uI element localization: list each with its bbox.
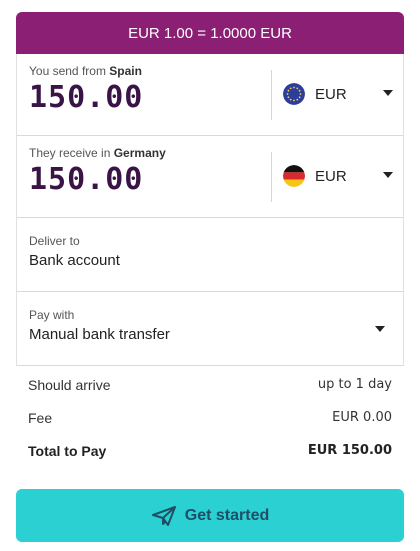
transfer-form: You send from Spain 150.00 EUR They rece… xyxy=(16,54,404,366)
paper-plane-icon xyxy=(151,505,176,526)
total-value: EUR 150.00 xyxy=(307,443,392,458)
send-label-prefix: You send from xyxy=(29,64,106,78)
exchange-rate-text: EUR 1.00 = 1.0000 EUR xyxy=(128,24,292,42)
chevron-down-icon xyxy=(375,326,385,332)
send-country: Spain xyxy=(109,64,142,78)
send-label: You send from Spain xyxy=(29,64,142,78)
get-started-label: Get started xyxy=(184,506,270,524)
fee-row: Fee EUR 0.00 xyxy=(16,401,404,434)
pay-with-label: Pay with xyxy=(29,308,75,322)
receive-currency-code: EUR xyxy=(315,167,347,185)
send-currency-select[interactable]: EUR xyxy=(283,78,393,110)
receive-currency-select[interactable]: EUR xyxy=(283,160,393,192)
arrival-label: Should arrive xyxy=(28,376,111,393)
receive-country: Germany xyxy=(113,146,166,160)
receive-label: They receive in Germany xyxy=(29,146,166,160)
deliver-to-field[interactable]: Deliver to Bank account xyxy=(17,218,403,292)
eu-flag-icon xyxy=(283,83,305,105)
fee-label: Fee xyxy=(28,409,53,426)
chevron-down-icon xyxy=(383,90,393,96)
deliver-to-label: Deliver to xyxy=(29,234,80,248)
send-amount-row: You send from Spain 150.00 EUR xyxy=(17,54,403,136)
chevron-down-icon xyxy=(383,172,393,178)
arrival-value: up to 1 day xyxy=(317,377,392,392)
divider xyxy=(271,70,272,120)
receive-amount-row: They receive in Germany 150.00 EUR xyxy=(17,136,403,218)
pay-with-value: Manual bank transfer xyxy=(29,326,170,343)
divider xyxy=(271,152,272,202)
receive-label-prefix: They receive in xyxy=(29,146,111,160)
pay-with-select[interactable]: Pay with Manual bank transfer xyxy=(17,292,403,366)
get-started-button[interactable]: Get started xyxy=(16,489,404,542)
deliver-to-value: Bank account xyxy=(29,252,120,269)
germany-flag-icon xyxy=(283,165,305,187)
transfer-summary: Should arrive up to 1 day Fee EUR 0.00 T… xyxy=(16,368,404,467)
arrival-row: Should arrive up to 1 day xyxy=(16,368,404,401)
send-amount-input[interactable]: 150.00 xyxy=(29,80,143,115)
receive-amount-input[interactable]: 150.00 xyxy=(29,162,143,197)
total-label: Total to Pay xyxy=(28,442,107,459)
exchange-rate-banner: EUR 1.00 = 1.0000 EUR xyxy=(16,12,404,54)
send-currency-code: EUR xyxy=(315,85,347,103)
fee-value: EUR 0.00 xyxy=(332,410,392,425)
total-row: Total to Pay EUR 150.00 xyxy=(16,434,404,467)
